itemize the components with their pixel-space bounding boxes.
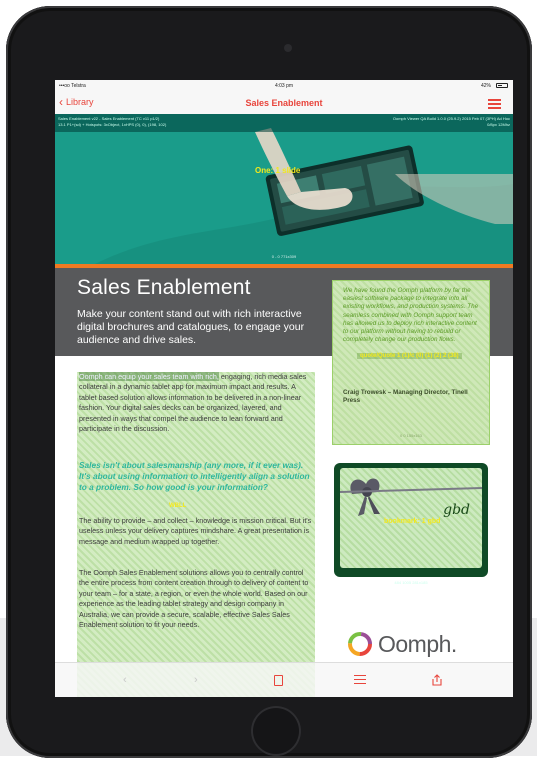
page-title: Sales Enablement [245,98,323,108]
quote-author: Craig Trowesk – Managing Director, Tinel… [343,389,468,404]
debug-left-line2: 13.1 P1+(sd) + Hotspots: 3xObject, 1xHPS… [58,122,167,127]
lead-question: Sales isn't about salesmanship (any more… [79,460,310,492]
quote-hotspot-label: quote/Quote 1 (1)/c (0) (1) (2) 2 (38) [357,353,462,359]
quote-coords: 0 0 155x163 [399,433,423,438]
hotspot-label: One: 1 slide [255,166,301,175]
home-button[interactable] [251,706,301,756]
intro-highlight: Oomph can equip your sales team with ric… [79,372,219,381]
lead-hotspot-label: WBLL [169,503,187,509]
nav-bar: ‹ Library Sales Enablement [55,92,513,115]
oomph-logo: Oomph. [347,629,457,659]
share-icon[interactable] [432,674,442,686]
gbd-image: gbd bookmark: 1 gbd [340,468,482,568]
hero-image[interactable]: Sales Enablement v22 - Sales Enablement … [55,114,513,264]
paragraph-knowledge: The ability to provide – and collect – k… [79,516,312,546]
body-copy: Oomph can equip your sales team with ric… [77,372,315,697]
clock: 4:03 pm [274,83,294,89]
prev-page-icon[interactable]: ‹ [123,674,127,686]
banner-title: Sales Enablement [77,276,251,299]
quote-text: We have found the Oomph platform by far … [343,287,479,344]
hamburger-menu-icon[interactable] [488,99,501,109]
intro-paragraph: Oomph can equip your sales team with ric… [79,372,313,434]
gbd-brand-mark: gbd [443,502,470,518]
image-coords: 484 1005 281x185 [394,580,428,585]
hero-coords: 0 - 0 771x309 [271,254,297,259]
app-screen: •••oo Telstra 4:03 pm 42% ‹ Library Sale… [55,80,513,697]
oomph-ring-icon [348,632,372,656]
hero-illustration [55,114,513,264]
intro-rest: engaging, rich media sales collateral in… [79,372,307,434]
paragraph-oomph-solution: The Oomph Sales Enablement solutions all… [79,568,309,630]
bookmark-icon[interactable] [274,675,283,686]
image-hotspot-label: bookmark: 1 gbd [384,518,441,525]
list-icon[interactable] [354,675,366,685]
debug-right-line2: 0/8px 12Mhz [487,122,510,127]
oomph-logo-text: Oomph. [378,630,457,657]
battery-percent: 42% [480,83,491,89]
bottom-toolbar: ‹ › [55,662,513,697]
debug-overlay: Sales Enablement v22 - Sales Enablement … [55,114,513,132]
banner-subtitle: Make your content stand out with rich in… [77,308,305,346]
gbd-image-card[interactable]: gbd bookmark: 1 gbd 484 1005 281x185 [334,463,488,585]
next-page-icon[interactable]: › [194,674,198,686]
camera-icon [284,44,292,52]
status-bar: •••oo Telstra 4:03 pm 42% [55,80,513,92]
testimonial-quote[interactable]: We have found the Oomph platform by far … [332,280,490,445]
battery-icon [496,83,508,88]
